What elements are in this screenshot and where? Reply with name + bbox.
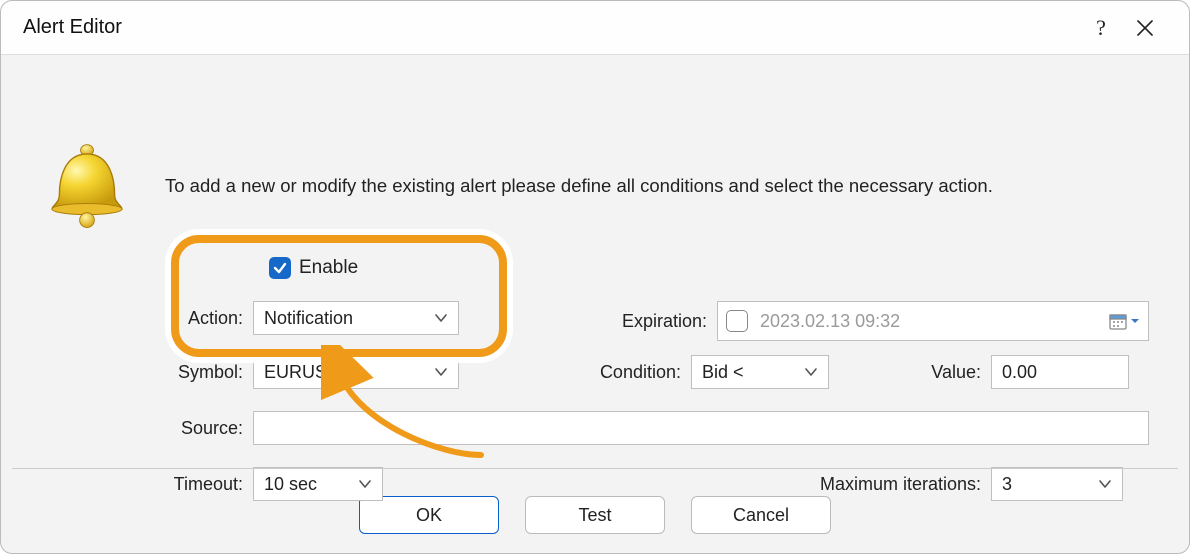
chevron-down-icon <box>1098 479 1112 489</box>
action-select[interactable]: Notification <box>253 301 459 335</box>
timeout-select[interactable]: 10 sec <box>253 467 383 501</box>
source-input[interactable] <box>253 411 1149 445</box>
max-iterations-label: Maximum iterations: <box>681 474 991 495</box>
checkmark-icon <box>273 261 287 275</box>
timeout-row: Timeout: 10 sec <box>121 467 383 501</box>
footer-separator <box>12 468 1178 469</box>
alert-editor-dialog: Alert Editor ? <box>0 0 1190 554</box>
max-iterations-select[interactable]: 3 <box>991 467 1123 501</box>
chevron-down-icon <box>434 367 448 377</box>
timeout-value: 10 sec <box>264 474 317 495</box>
close-icon <box>1136 19 1154 37</box>
expiration-checkbox[interactable] <box>726 310 748 332</box>
dropdown-arrow-icon <box>1130 316 1140 326</box>
expiration-datepicker-button[interactable] <box>1108 311 1140 331</box>
intro-text: To add a new or modify the existing aler… <box>165 175 993 197</box>
value-label: Value: <box>881 362 991 383</box>
action-value: Notification <box>264 308 353 329</box>
symbol-row: Symbol: EURUSD <box>121 355 459 389</box>
value-row: Value: 0.00 <box>881 355 1129 389</box>
close-button[interactable] <box>1123 10 1167 46</box>
annotation-highlight-box <box>171 235 507 357</box>
ok-button-label: OK <box>416 505 442 526</box>
expiration-label: Expiration: <box>541 311 717 332</box>
expiration-value: 2023.02.13 09:32 <box>760 311 1108 332</box>
condition-label: Condition: <box>541 362 691 383</box>
expiration-field[interactable]: 2023.02.13 09:32 <box>717 301 1149 341</box>
help-button[interactable]: ? <box>1079 10 1123 46</box>
value-value: 0.00 <box>1002 362 1037 383</box>
enable-label: Enable <box>299 257 358 279</box>
chevron-down-icon <box>358 479 372 489</box>
bell-icon <box>41 141 133 233</box>
condition-value: Bid < <box>702 362 744 383</box>
enable-checkbox[interactable] <box>269 257 291 279</box>
action-label: Action: <box>121 308 253 329</box>
chevron-down-icon <box>804 367 818 377</box>
max-iterations-row: Maximum iterations: 3 <box>681 467 1123 501</box>
dialog-body: To add a new or modify the existing aler… <box>1 55 1189 477</box>
symbol-label: Symbol: <box>121 362 253 383</box>
cancel-button-label: Cancel <box>733 505 789 526</box>
enable-row: Enable <box>269 257 358 279</box>
max-iterations-value: 3 <box>1002 474 1012 495</box>
cancel-button[interactable]: Cancel <box>691 496 831 534</box>
symbol-select[interactable]: EURUSD <box>253 355 459 389</box>
test-button-label: Test <box>578 505 611 526</box>
titlebar: Alert Editor ? <box>1 1 1189 55</box>
test-button[interactable]: Test <box>525 496 665 534</box>
calendar-icon <box>1108 311 1128 331</box>
timeout-label: Timeout: <box>121 474 253 495</box>
ok-button[interactable]: OK <box>359 496 499 534</box>
window-title: Alert Editor <box>23 16 1079 39</box>
condition-row: Condition: Bid < <box>541 355 829 389</box>
source-row: Source: <box>121 411 1149 445</box>
expiration-row: Expiration: 2023.02.13 09:32 <box>541 301 1149 341</box>
symbol-value: EURUSD <box>264 362 340 383</box>
value-input[interactable]: 0.00 <box>991 355 1129 389</box>
condition-select[interactable]: Bid < <box>691 355 829 389</box>
source-label: Source: <box>121 418 253 439</box>
action-row: Action: Notification <box>121 301 459 335</box>
chevron-down-icon <box>434 313 448 323</box>
